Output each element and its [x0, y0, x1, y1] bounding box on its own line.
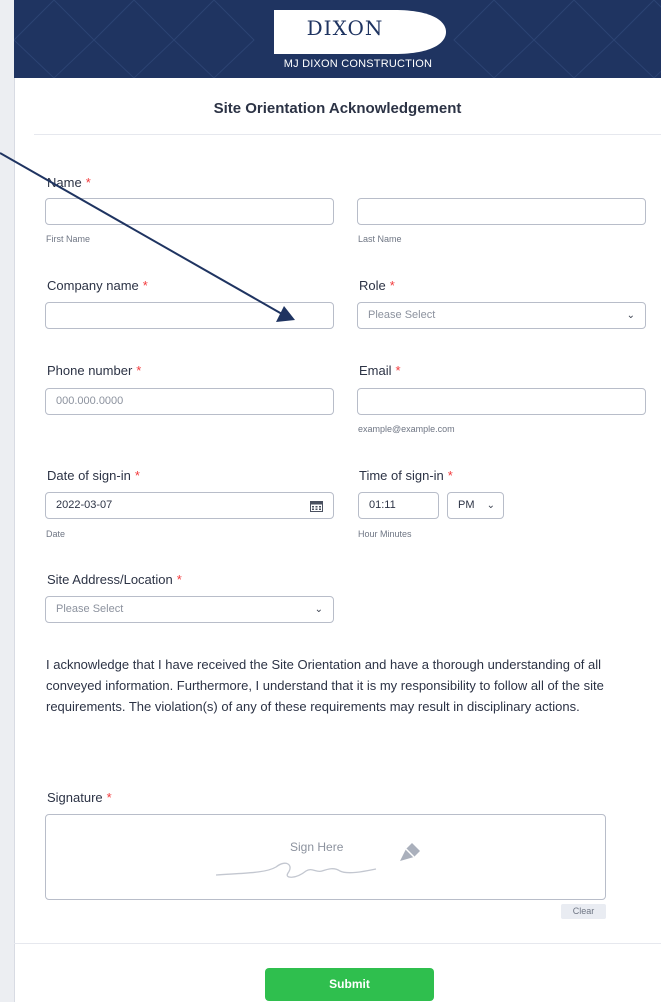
required-marker: *	[389, 278, 395, 293]
date-sublabel: Date	[46, 529, 66, 539]
site-label: Site Address/Location *	[47, 572, 182, 587]
site-select[interactable]: Please Select ⌄	[45, 596, 334, 623]
last-name-sublabel: Last Name	[358, 234, 402, 244]
required-marker: *	[395, 363, 401, 378]
time-label-text: Time of sign-in	[359, 468, 444, 483]
company-label-text: Company name	[47, 278, 139, 293]
first-name-input[interactable]	[45, 198, 334, 225]
phone-input[interactable]: 000.000.0000	[45, 388, 334, 415]
time-label: Time of sign-in *	[359, 468, 453, 483]
role-label: Role *	[359, 278, 395, 293]
name-label: Name *	[47, 175, 91, 190]
role-label-text: Role	[359, 278, 386, 293]
role-select[interactable]: Please Select ⌄	[357, 302, 646, 329]
logo-subtitle: MJ DIXON CONSTRUCTION	[283, 58, 433, 70]
name-label-text: Name	[47, 175, 82, 190]
calendar-icon[interactable]	[310, 500, 323, 512]
company-logo: DIXON MJ DIXON CONSTRUCTION	[258, 6, 458, 74]
required-marker: *	[136, 363, 142, 378]
date-value: 2022-03-07	[56, 499, 113, 511]
last-name-input[interactable]	[357, 198, 646, 225]
date-input[interactable]: 2022-03-07	[45, 492, 334, 519]
required-marker: *	[106, 790, 112, 805]
phone-label: Phone number *	[47, 363, 141, 378]
header-banner: DIXON MJ DIXON CONSTRUCTION	[14, 0, 661, 78]
time-input[interactable]: 01:11	[358, 492, 439, 519]
email-label-text: Email	[359, 363, 392, 378]
acknowledgement-text: I acknowledge that I have received the S…	[46, 657, 604, 714]
required-marker: *	[176, 572, 182, 587]
date-label-text: Date of sign-in	[47, 468, 131, 483]
chevron-down-icon: ⌄	[486, 500, 495, 511]
email-label: Email *	[359, 363, 401, 378]
form-title: Site Orientation Acknowledgement	[213, 100, 462, 117]
company-label: Company name *	[47, 278, 148, 293]
phone-label-text: Phone number	[47, 363, 133, 378]
signature-pad[interactable]	[45, 814, 606, 900]
phone-placeholder: 000.000.0000	[56, 395, 124, 407]
site-placeholder: Please Select	[56, 603, 124, 615]
required-marker: *	[447, 468, 453, 483]
ampm-value: PM	[458, 499, 475, 511]
required-marker: *	[142, 278, 148, 293]
email-sublabel: example@example.com	[358, 424, 455, 434]
footer-divider	[14, 943, 661, 944]
first-name-sublabel: First Name	[46, 234, 91, 244]
logo-name: DIXON	[306, 16, 384, 40]
time-sublabel: Hour Minutes	[358, 529, 412, 539]
role-placeholder: Please Select	[368, 309, 436, 321]
signature-label-text: Signature	[47, 790, 103, 805]
site-label-text: Site Address/Location	[47, 572, 173, 587]
signature-label: Signature *	[47, 790, 112, 805]
title-divider	[34, 134, 661, 135]
chevron-down-icon: ⌄	[626, 310, 635, 321]
clear-signature-button[interactable]: Clear	[561, 904, 606, 919]
required-marker: *	[134, 468, 140, 483]
chevron-down-icon: ⌄	[314, 604, 323, 615]
company-input[interactable]	[45, 302, 334, 329]
pen-icon	[400, 843, 420, 861]
date-label: Date of sign-in *	[47, 468, 140, 483]
required-marker: *	[85, 175, 91, 190]
signature-placeholder: Sign Here	[290, 840, 344, 854]
email-input[interactable]	[357, 388, 646, 415]
submit-button[interactable]: Submit	[265, 968, 434, 1001]
ampm-select[interactable]: PM ⌄	[447, 492, 504, 519]
